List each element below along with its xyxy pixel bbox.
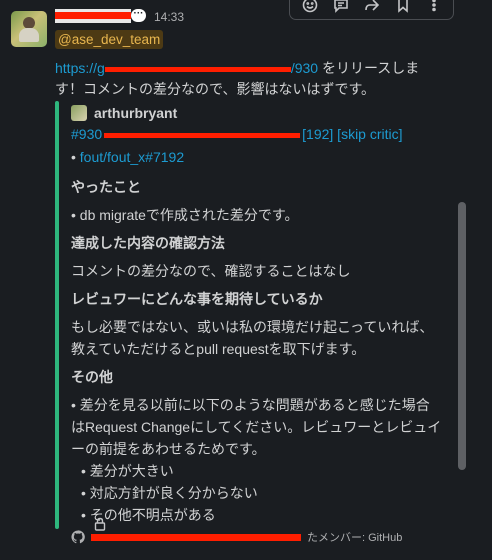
message-text-line1: をリリースしま [318,60,420,76]
attachment-author[interactable]: arthurbryant [71,105,451,121]
section-heading: やったこと [71,179,141,195]
attachment-accent-bar [55,101,59,529]
share-icon[interactable] [363,0,381,14]
section-text: • db migrateで作成された差分です。 [71,207,299,223]
section-text: コメントの差分なので、確認することはなし [71,263,351,279]
redaction-mark [55,12,131,19]
message-text-line2: す！コメントの差分なので、影響はないはずです。 [55,81,376,97]
bullet-item: • 差分が大きい [81,463,174,479]
avatar[interactable] [11,11,47,47]
github-icon [71,530,85,544]
repo-pr-link[interactable]: fout/fout_x#7192 [80,149,184,165]
more-icon[interactable] [425,0,443,14]
section-text: もし必要ではない、或いは私の環境だけ起こっていれば、 [71,319,434,335]
section-heading: 達成した内容の確認方法 [71,235,225,251]
bullet-item: • その他不明点がある [81,507,216,523]
status-bubble-icon: ··· [131,9,146,22]
scrollbar[interactable] [458,202,466,470]
attachment-title-link[interactable]: #930 [192] [skip critic] [71,125,451,143]
redaction-mark [91,533,301,541]
message-view: ··· 14:33 @ase_dev_team https://g/930 をリ… [0,0,492,560]
section-text: ーの前提をあわせるためです。 [71,441,266,457]
attachment-footer: たメンバー: GitHub [71,528,471,546]
emoji-icon[interactable] [301,0,319,14]
attachment-subtitle: • fout/fout_x#7192 [71,149,185,165]
attachment-body: やったこと • db migrateで作成された差分です。 達成した内容の確認方… [71,176,451,526]
team-mention[interactable]: @ase_dev_team [55,30,164,49]
section-text: 教えていただけるとpull requestを取下げます。 [71,341,366,357]
author-avatar [71,105,87,121]
message-timestamp[interactable]: 14:33 [154,10,184,24]
section-text: はRequest Changeにしてください。レビュワーとレビュイ [71,419,442,435]
avatar-body [19,28,39,42]
redaction-mark [104,66,291,72]
section-heading: その他 [71,369,113,385]
release-link[interactable]: https://g/930 [55,60,318,76]
bullet-item: • 対応方針が良く分からない [81,485,258,501]
reply-thread-icon[interactable] [332,0,350,14]
sender-name-redacted[interactable] [55,9,131,23]
bookmark-icon[interactable] [394,0,412,14]
redaction-mark [104,132,301,138]
section-heading: レビュワーにどんな事を期待しているか [71,291,323,307]
message-text: https://g/930 をリリースしま す！コメントの差分なので、影響はない… [55,58,480,100]
message-actions-toolbar [289,0,454,20]
section-text: • 差分を見る以前に以下のような問題があると感じた場合 [71,397,430,413]
author-name: arthurbryant [94,105,178,121]
footer-text: たメンバー: GitHub [307,532,403,544]
